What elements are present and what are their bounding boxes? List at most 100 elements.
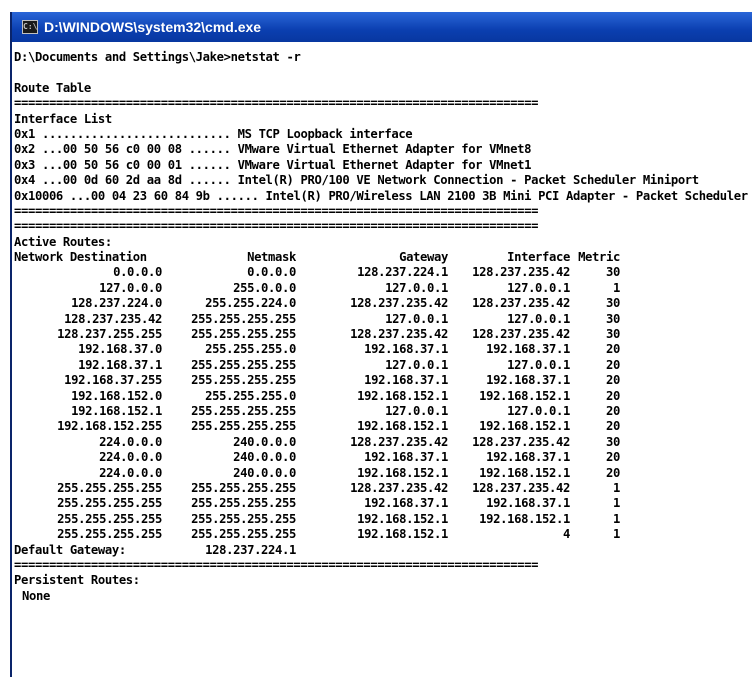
routes-table: 0.0.0.0 0.0.0.0 128.237.224.1 128.237.235.4…	[14, 265, 752, 542]
route-row: 192.168.37.0 255.255.255.0 192.168.37.1 192…	[14, 342, 752, 357]
route-netmask: 240.0.0.0	[233, 450, 296, 465]
route-gateway: 192.168.37.1	[364, 450, 448, 465]
route-interface: 192.168.37.1	[486, 450, 570, 465]
route-interface: 127.0.0.1	[507, 403, 570, 418]
route-metric: 20	[606, 357, 620, 372]
route-row: 224.0.0.0 240.0.0.0 128.237.235.42 128.237.…	[14, 435, 752, 450]
route-interface: 192.168.152.1	[479, 419, 570, 434]
route-interface: 127.0.0.1	[507, 357, 570, 372]
route-netmask: 255.255.255.255	[191, 511, 296, 526]
route-gateway: 128.237.235.42	[350, 434, 448, 449]
route-metric: 20	[606, 450, 620, 465]
column-header: Network Destination	[14, 250, 147, 265]
route-netmask: 255.255.255.255	[191, 496, 296, 511]
separator-line: ========================================…	[14, 203, 539, 218]
route-gateway: 192.168.152.1	[357, 527, 448, 542]
routes-header-row: Network Destination Netmask Gateway Inte…	[14, 250, 752, 265]
route-gateway: 128.237.235.42	[350, 296, 448, 311]
route-netmask: 255.255.255.255	[191, 327, 296, 342]
default-gateway-value: 128.237.224.1	[205, 542, 296, 557]
route-metric: 20	[606, 419, 620, 434]
column-header: Netmask	[247, 250, 296, 265]
route-row: 255.255.255.255 255.255.255.255 192.168.15…	[14, 512, 752, 527]
route-netmask: 255.255.255.0	[205, 342, 296, 357]
route-interface: 192.168.37.1	[486, 496, 570, 511]
route-gateway: 127.0.0.1	[385, 403, 448, 418]
route-row: 255.255.255.255 255.255.255.255 192.168.15…	[14, 527, 752, 542]
route-gateway: 192.168.37.1	[364, 496, 448, 511]
route-interface: 192.168.152.1	[479, 511, 570, 526]
route-interface: 127.0.0.1	[507, 280, 570, 295]
console-output[interactable]: D:\Documents and Settings\Jake>netstat -…	[12, 42, 752, 604]
route-gateway: 192.168.152.1	[357, 419, 448, 434]
route-row: 192.168.152.0 255.255.255.0 192.168.152.1 1…	[14, 389, 752, 404]
route-row: 192.168.37.255 255.255.255.255 192.168.37.…	[14, 373, 752, 388]
cmd-icon[interactable]: C:\	[22, 20, 38, 34]
route-row: 192.168.152.1 255.255.255.255 127.0.0.1 127…	[14, 404, 752, 419]
route-gateway: 127.0.0.1	[385, 311, 448, 326]
separator-line: ========================================…	[14, 557, 539, 572]
route-gateway: 192.168.152.1	[357, 511, 448, 526]
default-gateway-label: Default Gateway:	[14, 542, 126, 557]
route-metric: 20	[606, 373, 620, 388]
route-metric: 30	[606, 327, 620, 342]
route-destination: 128.237.255.255	[57, 327, 162, 342]
route-netmask: 255.255.255.255	[191, 373, 296, 388]
separator-line: ========================================…	[14, 96, 539, 111]
route-gateway: 128.237.224.1	[357, 265, 448, 280]
route-interface: 127.0.0.1	[507, 311, 570, 326]
persistent-routes-heading: Persistent Routes:	[14, 573, 140, 588]
route-netmask: 0.0.0.0	[247, 265, 296, 280]
default-gateway-row: Default Gateway: 128.237.224.1	[14, 543, 752, 558]
window-title: D:\WINDOWS\system32\cmd.exe	[44, 19, 262, 35]
interface-list-heading: Interface List	[14, 111, 112, 126]
route-metric: 1	[613, 280, 620, 295]
active-routes-heading: Active Routes:	[14, 234, 112, 249]
route-destination: 255.255.255.255	[57, 496, 162, 511]
route-metric: 1	[613, 496, 620, 511]
route-destination: 192.168.152.255	[57, 419, 162, 434]
route-destination: 255.255.255.255	[57, 511, 162, 526]
route-gateway: 192.168.152.1	[357, 465, 448, 480]
route-netmask: 255.255.255.255	[191, 480, 296, 495]
separator-line: ========================================…	[14, 219, 539, 234]
route-gateway: 128.237.235.42	[350, 327, 448, 342]
route-gateway: 192.168.152.1	[357, 388, 448, 403]
route-interface: 192.168.37.1	[486, 342, 570, 357]
cmd-window: C:\ D:\WINDOWS\system32\cmd.exe D:\Docum…	[10, 12, 752, 677]
route-destination: 192.168.152.0	[71, 388, 162, 403]
route-netmask: 255.255.255.255	[191, 527, 296, 542]
route-metric: 30	[606, 265, 620, 280]
route-destination: 0.0.0.0	[113, 265, 162, 280]
route-table-heading: Route Table	[14, 80, 91, 95]
route-gateway: 128.237.235.42	[350, 480, 448, 495]
route-destination: 128.237.235.42	[64, 311, 162, 326]
column-header: Gateway	[399, 250, 448, 265]
route-metric: 1	[613, 480, 620, 495]
route-destination: 192.168.37.255	[64, 373, 162, 388]
route-gateway: 127.0.0.1	[385, 280, 448, 295]
route-row: 192.168.37.1 255.255.255.255 127.0.0.1 127.…	[14, 358, 752, 373]
route-netmask: 255.255.224.0	[205, 296, 296, 311]
interface-line: 0x10006 ...00 04 23 60 84 9b ...... Inte…	[14, 188, 752, 203]
route-interface: 128.237.235.42	[472, 480, 570, 495]
command-line: D:\Documents and Settings\Jake>netstat -…	[14, 50, 301, 64]
route-metric: 20	[606, 342, 620, 357]
route-destination: 192.168.37.1	[78, 357, 162, 372]
route-metric: 20	[606, 465, 620, 480]
route-row: 255.255.255.255 255.255.255.255 128.237.23…	[14, 481, 752, 496]
route-metric: 1	[613, 527, 620, 542]
route-row: 127.0.0.0 255.0.0.0 127.0.0.1 127.0.0.1 1	[14, 281, 752, 296]
interface-line: 0x4 ...00 0d 60 2d aa 8d ...... Intel(R)…	[14, 173, 699, 188]
route-destination: 192.168.37.0	[78, 342, 162, 357]
route-destination: 127.0.0.0	[99, 280, 162, 295]
route-metric: 20	[606, 388, 620, 403]
route-interface: 192.168.152.1	[479, 388, 570, 403]
route-netmask: 240.0.0.0	[233, 465, 296, 480]
interface-line: 0x3 ...00 50 56 c0 00 01 ...... VMware V…	[14, 157, 532, 172]
route-netmask: 255.0.0.0	[233, 280, 296, 295]
title-bar[interactable]: C:\ D:\WINDOWS\system32\cmd.exe	[12, 12, 752, 42]
route-metric: 20	[606, 403, 620, 418]
route-metric: 30	[606, 311, 620, 326]
